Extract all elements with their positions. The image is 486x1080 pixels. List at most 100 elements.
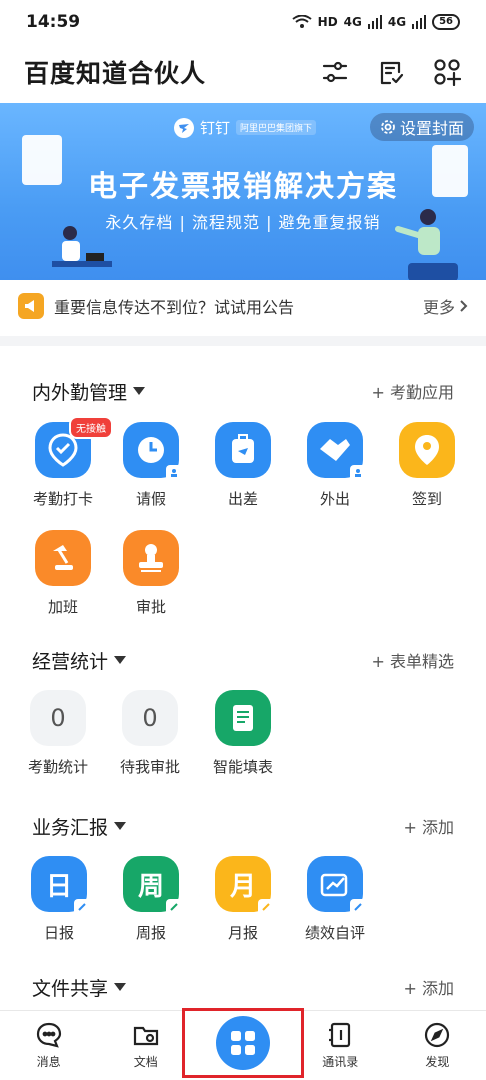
app-approval[interactable]: 审批 [105, 530, 197, 617]
workbench-button[interactable] [216, 1016, 270, 1070]
person-illustration [52, 226, 112, 267]
app-daily-report[interactable]: 日 日报 [13, 856, 105, 943]
caret-down-icon [114, 983, 127, 991]
app-label: 请假 [135, 490, 166, 508]
app-performance-review[interactable]: 绩效自评 [289, 856, 381, 943]
shortcut-mini-icon [166, 899, 182, 915]
count-tile: 0 [30, 690, 86, 746]
shortcut-mini-icon [350, 465, 366, 481]
person-illustration [395, 209, 458, 280]
section-header-statistics: 经营统计 + 表单精选 [0, 645, 486, 675]
nav-item-messages[interactable]: 消息 [0, 1011, 97, 1080]
notice-text: 重要信息传达不到位？试试用公告 [54, 298, 295, 317]
app-sign-in[interactable]: 签到 [381, 422, 473, 509]
app-attendance-stats[interactable]: 0 考勤统计 [12, 690, 104, 777]
section-title[interactable]: 内外勤管理 [32, 378, 372, 405]
nav-item-contacts[interactable]: 通讯录 [292, 1011, 389, 1080]
signal-icon [412, 15, 427, 29]
status-time: 14:59 [26, 12, 81, 32]
section-header-file-share: 文件共享 + 添加 [0, 972, 486, 1002]
report-glyph: 周 [137, 871, 164, 902]
stamp-icon [139, 544, 163, 572]
signal-2-label: 4G [387, 15, 407, 29]
nav-item-discover[interactable]: 发现 [389, 1011, 486, 1080]
apps-add-icon [434, 59, 461, 86]
checklist-icon [380, 61, 404, 85]
nav-item-docs[interactable]: 文档 [97, 1011, 194, 1080]
app-tile [307, 856, 366, 915]
app-pending-approval[interactable]: 0 待我审批 [104, 690, 196, 777]
app-label: 待我审批 [119, 758, 180, 776]
section-title-label: 经营统计 [32, 650, 109, 673]
form-selection-button[interactable]: + 表单精选 [372, 648, 455, 672]
todo-button[interactable] [374, 55, 408, 89]
app-label: 月报 [227, 924, 258, 942]
app-label: 智能填表 [212, 758, 273, 776]
app-tile [399, 422, 455, 478]
section-header-attendance: 内外勤管理 + 考勤应用 [0, 376, 486, 406]
clock-icon [138, 437, 164, 463]
banner-brand: 钉钉 阿里巴巴集团旗下 [174, 117, 317, 138]
notice-more-link[interactable]: 更多 [423, 294, 468, 318]
app-label: 考勤打卡 [32, 490, 93, 508]
notice-bar[interactable]: 重要信息传达不到位？试试用公告 更多 [0, 280, 486, 332]
banner-brand-tag: 阿里巴巴集团旗下 [236, 120, 317, 135]
report-glyph: 日 [45, 871, 72, 902]
app-label: 绩效自评 [304, 924, 365, 942]
section-title-label: 业务汇报 [32, 816, 109, 839]
wifi-icon [292, 15, 312, 28]
workbench-icon [231, 1031, 255, 1055]
folder-icon [133, 1026, 158, 1046]
shortcut-mini-icon [350, 899, 366, 915]
sliders-icon [322, 61, 348, 83]
compass-icon [425, 1022, 450, 1048]
nav-label: 发现 [425, 1055, 450, 1069]
banner-title: 电子发票报销解决方案 [87, 169, 398, 203]
set-cover-button[interactable]: 设置封面 [369, 113, 474, 141]
status-bar: 14:59 HD 4G 4G 56 [0, 0, 486, 44]
message-icon [36, 1022, 61, 1048]
caret-down-icon [114, 822, 127, 830]
add-report-button[interactable]: + 添加 [404, 814, 455, 838]
nav-label: 文档 [133, 1055, 158, 1069]
add-file-share-button[interactable]: + 添加 [404, 975, 455, 999]
chevron-right-icon [460, 300, 468, 312]
app-tile: 月 [215, 856, 274, 915]
add-app-button[interactable] [430, 55, 464, 89]
page-title: 百度知道合伙人 [24, 59, 207, 88]
section-title[interactable]: 文件共享 [32, 974, 404, 1001]
dingtalk-logo-icon [174, 117, 194, 138]
notice-more-label: 更多 [422, 298, 455, 317]
caret-down-icon [114, 656, 127, 664]
shortcut-mini-icon [166, 465, 182, 481]
section-title[interactable]: 业务汇报 [32, 813, 404, 840]
app-clock-in[interactable]: 无接触 考勤打卡 [17, 416, 113, 509]
set-cover-label: 设置封面 [399, 119, 464, 138]
app-outing[interactable]: 外出 [289, 422, 381, 509]
app-smart-form[interactable]: 智能填表 [197, 690, 289, 777]
app-leave[interactable]: 请假 [105, 422, 197, 509]
app-tile [215, 690, 271, 746]
app-tile: 无接触 [35, 416, 113, 478]
section-divider [0, 336, 486, 346]
app-label: 出差 [227, 490, 258, 508]
section-title[interactable]: 经营统计 [32, 647, 372, 674]
map-pin-icon [415, 435, 439, 465]
desk-lamp-icon [53, 545, 73, 570]
banner[interactable]: 钉钉 阿里巴巴集团旗下 设置封面 电子发票报销解决方案 永久存档 | 流程规范 … [0, 103, 486, 280]
settings-sliders-button[interactable] [318, 55, 352, 89]
app-tile [35, 530, 91, 586]
section-header-reports: 业务汇报 + 添加 [0, 811, 486, 841]
app-label: 周报 [135, 924, 166, 942]
app-overtime[interactable]: 加班 [17, 530, 109, 617]
app-weekly-report[interactable]: 周 周报 [105, 856, 197, 943]
app-monthly-report[interactable]: 月 月报 [197, 856, 289, 943]
app-business-trip[interactable]: 出差 [197, 422, 289, 509]
app-header: 百度知道合伙人 [0, 44, 486, 100]
report-glyph: 月 [229, 871, 256, 902]
add-attendance-app-button[interactable]: + 考勤应用 [372, 379, 455, 403]
battery-indicator: 56 [432, 14, 460, 30]
app-label: 签到 [411, 490, 442, 508]
app-tile [307, 422, 366, 481]
app-tile: 周 [123, 856, 182, 915]
